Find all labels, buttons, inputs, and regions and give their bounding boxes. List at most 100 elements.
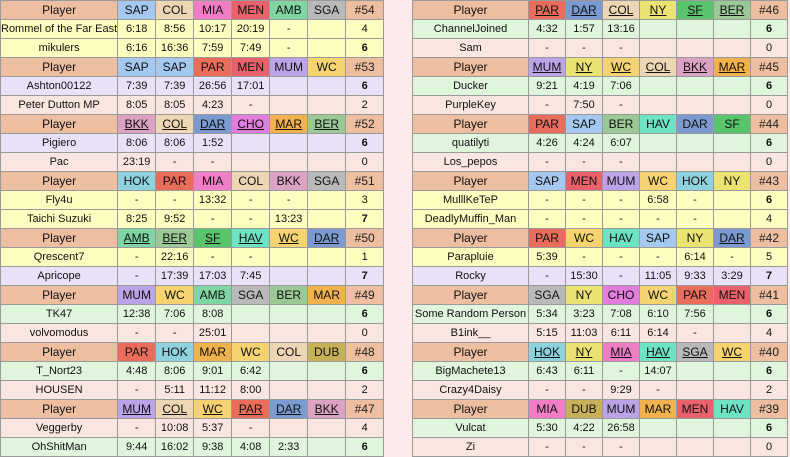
time-cell — [639, 76, 677, 96]
player-column-header: Player — [412, 57, 529, 77]
round-number: #42 — [750, 228, 788, 248]
time-cell: - — [231, 95, 271, 115]
time-cell: 15:30 — [565, 266, 603, 286]
team-header: CHO — [602, 285, 640, 305]
team-header: COL — [155, 0, 195, 20]
time-cell: 7:06 — [602, 76, 640, 96]
time-cell: 6:18 — [117, 19, 157, 39]
player-row: mikulers 6:16 16:36 7:59 7:49- 6 — [0, 38, 385, 58]
team-header: WC — [269, 228, 309, 248]
time-cell: 8:06 — [155, 361, 195, 381]
round-number: #46 — [750, 0, 788, 20]
score-count: 0 — [750, 95, 788, 115]
team-header: WC — [713, 342, 751, 362]
round-header: Player PAR HOK MAR WC COL DUB #48 — [0, 342, 385, 362]
team-header: MAR — [193, 342, 233, 362]
player-row: Vulcat 5:30 4:22 26:58 6 — [412, 418, 788, 438]
player-column-header: Player — [412, 342, 529, 362]
player-row: Qrescent7-22:16- -1 — [0, 247, 385, 267]
time-cell — [713, 76, 751, 96]
time-cell: 6:11 — [565, 361, 603, 381]
time-cell — [713, 361, 751, 381]
round-number: #41 — [750, 285, 788, 305]
score-count: 6 — [750, 418, 788, 438]
score-count: 1 — [345, 247, 385, 267]
player-name: Rocky — [412, 266, 529, 286]
score-count: 0 — [750, 38, 788, 58]
team-header: DUB — [307, 342, 347, 362]
time-cell: 4:08 — [231, 437, 271, 457]
team-header: WC — [307, 57, 347, 77]
team-header: SAP — [117, 57, 157, 77]
time-cell: - — [676, 209, 714, 229]
time-cell: 7:39 — [117, 76, 157, 96]
time-cell: 17:39 — [155, 266, 195, 286]
player-name: Rommel of the Far East — [0, 19, 119, 39]
time-cell: - — [528, 38, 566, 58]
round-header: Player SAP MEN MUM WC HOK NY #43 — [412, 171, 788, 191]
team-header: NY — [713, 171, 751, 191]
time-cell: 9:01 — [193, 361, 233, 381]
time-cell — [639, 437, 677, 457]
round-number: #50 — [345, 228, 385, 248]
team-header: SGA — [307, 0, 347, 20]
team-header: BER — [307, 114, 347, 134]
team-header: PAR — [528, 228, 566, 248]
player-row: Rommel of the Far East 6:18 8:56 10:17 20:19… — [0, 19, 385, 39]
team-header: MAR — [713, 57, 751, 77]
team-header: MAR — [307, 285, 347, 305]
team-header: PAR — [155, 171, 195, 191]
team-header: NY — [565, 285, 603, 305]
time-cell — [307, 38, 347, 58]
time-cell — [676, 95, 714, 115]
time-cell — [307, 190, 347, 210]
team-header: MUM — [269, 57, 309, 77]
time-cell — [676, 361, 714, 381]
score-count: 6 — [750, 304, 788, 324]
time-cell — [676, 38, 714, 58]
time-cell: 7:45 — [231, 266, 271, 286]
player-column-header: Player — [412, 399, 529, 419]
time-cell: - — [155, 190, 195, 210]
player-row: Peter Dutton MP 8:05 8:05 4:23-2 — [0, 95, 385, 115]
player-name: T_Nort23 — [0, 361, 119, 381]
team-header: HOK — [117, 171, 157, 191]
round-header: Player HOK PAR MIA COL BKK SGA #51 — [0, 171, 385, 191]
time-cell — [269, 323, 309, 343]
player-row: Sam - - -0 — [412, 38, 788, 58]
round-header: Player BKK COL DAR CHO MAR BER #52 — [0, 114, 385, 134]
team-header: BER — [713, 0, 751, 20]
team-header: WC — [155, 285, 195, 305]
time-cell: - — [602, 152, 640, 172]
player-row: Veggerby -10:08 5:37-4 — [0, 418, 385, 438]
time-cell: - — [528, 380, 566, 400]
player-column-header: Player — [0, 171, 119, 191]
time-cell: 4:26 — [528, 133, 566, 153]
player-name: Ashton00122 — [0, 76, 119, 96]
team-header: COL — [639, 57, 677, 77]
team-header: PAR — [117, 342, 157, 362]
score-count: 2 — [750, 380, 788, 400]
round-header: Player PAR SAP BER HAV DAR SF #44 — [412, 114, 788, 134]
time-cell — [231, 323, 271, 343]
score-count: 7 — [345, 209, 385, 229]
time-cell: - — [117, 266, 157, 286]
score-count: 3 — [345, 190, 385, 210]
time-cell — [307, 380, 347, 400]
player-name: MulllKeTeP — [412, 190, 529, 210]
time-cell: 11:12 — [193, 380, 233, 400]
round-number: #44 — [750, 114, 788, 134]
time-cell: - — [565, 38, 603, 58]
player-row: Taichi Suzuki 8:25 9:52- -13:23 7 — [0, 209, 385, 229]
player-column-header: Player — [412, 228, 529, 248]
team-header: MUM — [528, 57, 566, 77]
time-cell: 8:56 — [155, 19, 195, 39]
round-number: #45 — [750, 57, 788, 77]
player-row: Ducker 9:21 4:19 7:06 6 — [412, 76, 788, 96]
team-header: SAP — [155, 57, 195, 77]
time-cell: 6:14 — [639, 323, 677, 343]
team-header: DAR — [565, 0, 603, 20]
time-cell: - — [639, 209, 677, 229]
right-table: Player PAR DAR COL NY SF BER #46 ChannelJoined 4:… — [412, 0, 788, 457]
team-header: COL — [231, 171, 271, 191]
